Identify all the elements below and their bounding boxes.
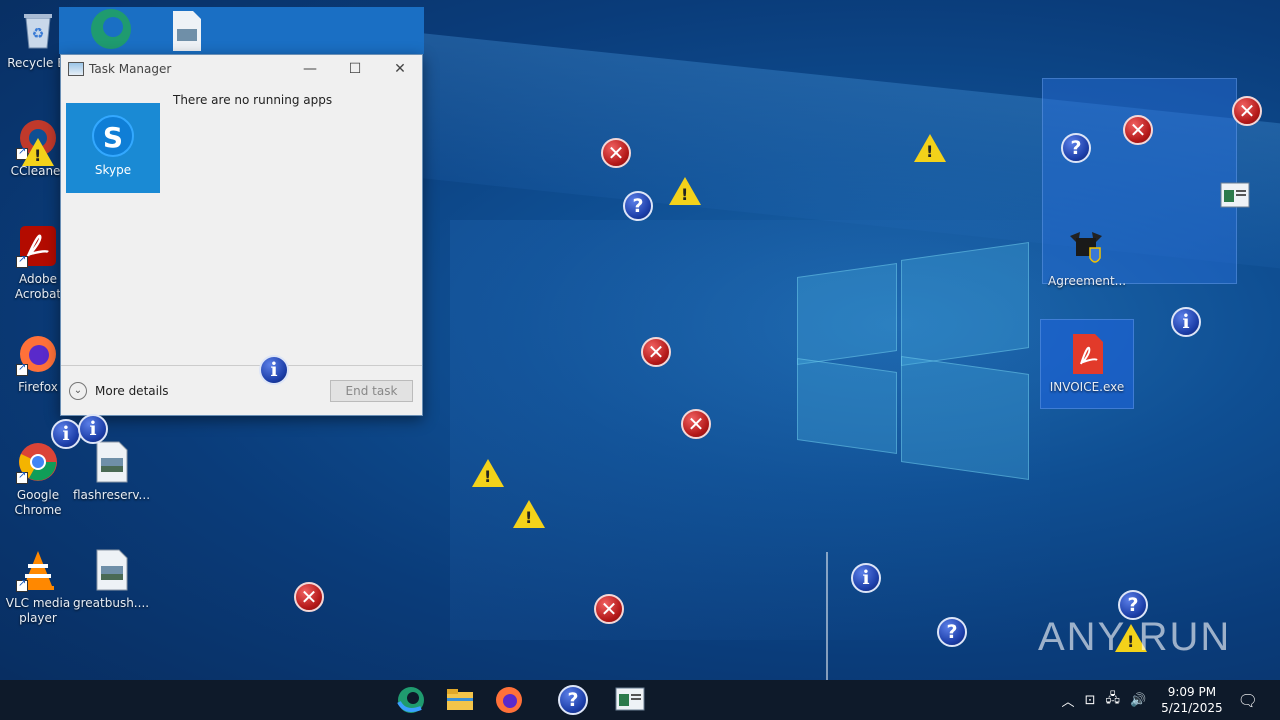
- system-tray: ︿ ⊡ 🖧 🔊 9:09 PM 5/21/2025 🗨: [1057, 680, 1280, 720]
- recycle-bin-icon: ♻: [16, 8, 60, 52]
- window-taskbar-icon[interactable]: [614, 684, 646, 716]
- clock-date: 5/21/2025: [1161, 701, 1223, 715]
- windows-logo: [797, 242, 1029, 480]
- firefox-icon: [16, 332, 60, 376]
- window-title: Task Manager: [89, 62, 172, 76]
- error-icon: ✕: [681, 409, 711, 439]
- footer: ⌄ More details End task: [61, 365, 422, 415]
- minimize-button[interactable]: —: [287, 55, 333, 83]
- warning-icon: !: [472, 459, 504, 487]
- error-icon: ✕: [1123, 115, 1153, 145]
- chrome-icon: [16, 440, 60, 484]
- desktop-icon-vlc[interactable]: VLC media player: [0, 548, 76, 626]
- warning-icon: !: [22, 138, 54, 166]
- warning-icon: !: [914, 134, 946, 162]
- file-explorer-icon[interactable]: [444, 684, 476, 716]
- vlc-icon: [16, 548, 60, 592]
- desktop-icon-invoice-exe[interactable]: INVOICE.exe: [1049, 332, 1125, 395]
- end-task-button[interactable]: End task: [330, 380, 413, 402]
- question-icon: ?: [623, 191, 653, 221]
- clock-time: 9:09 PM: [1167, 685, 1217, 699]
- error-icon: ✕: [1232, 96, 1262, 126]
- pdf-exe-icon: [1065, 332, 1109, 376]
- network-icon[interactable]: 🖧: [1105, 689, 1120, 711]
- window-strip: [59, 7, 424, 54]
- taskbar: ? ︿ ⊡ 🖧 🔊 9:09 PM 5/21/2025 🗨: [0, 680, 1280, 720]
- task-manager-icon: [68, 62, 84, 76]
- warning-icon: !: [513, 500, 545, 528]
- info-icon: i: [851, 563, 881, 593]
- error-icon: ✕: [641, 337, 671, 367]
- info-icon: i: [1171, 307, 1201, 337]
- maximize-button[interactable]: ☐: [332, 55, 378, 83]
- skype-icon: S: [92, 115, 134, 157]
- edge-icon[interactable]: [395, 684, 427, 716]
- divider-line: [826, 552, 828, 680]
- info-icon: i: [51, 419, 81, 449]
- device-icon[interactable]: ⊡: [1085, 693, 1096, 708]
- volume-icon[interactable]: 🔊: [1130, 693, 1146, 708]
- error-icon: ✕: [294, 582, 324, 612]
- error-icon: ✕: [594, 594, 624, 624]
- more-details-button[interactable]: ⌄ More details: [69, 382, 169, 400]
- chevron-up-icon[interactable]: ︿: [1062, 691, 1075, 710]
- document-shield-icon: [1064, 226, 1108, 270]
- image-file-icon: [89, 548, 133, 592]
- desktop-icon-google-chrome[interactable]: Google Chrome: [0, 440, 76, 518]
- chevron-down-icon: ⌄: [69, 382, 87, 400]
- app-tile-skype[interactable]: S Skype: [66, 103, 160, 193]
- question-taskbar-icon[interactable]: ?: [558, 685, 588, 715]
- app-tile-label: Skype: [94, 163, 132, 177]
- more-details-label: More details: [95, 384, 169, 398]
- info-icon: i: [78, 414, 108, 444]
- task-manager-window[interactable]: Task Manager — ☐ ✕ S Skype There are no …: [60, 54, 423, 416]
- svg-text:♻: ♻: [32, 26, 45, 42]
- empty-message: There are no running apps: [173, 93, 333, 107]
- close-button[interactable]: ✕: [377, 55, 423, 83]
- clock[interactable]: 9:09 PM 5/21/2025: [1161, 684, 1223, 716]
- acrobat-icon: [16, 224, 60, 268]
- notification-icon[interactable]: 🗨: [1238, 691, 1258, 710]
- question-icon: ?: [937, 617, 967, 647]
- anyrun-watermark: ANY RUN: [1038, 615, 1232, 659]
- info-icon: i: [259, 355, 289, 385]
- question-icon: ?: [1061, 133, 1091, 163]
- desktop-icon-greatbush[interactable]: greatbush....: [73, 548, 149, 611]
- error-icon: ✕: [601, 138, 631, 168]
- firefox-taskbar-icon[interactable]: [493, 684, 525, 716]
- warning-icon: !: [669, 177, 701, 205]
- window-app-icon: [1220, 182, 1250, 208]
- image-file-icon: [89, 440, 133, 484]
- desktop-icon-agreement[interactable]: Agreement...: [1048, 226, 1126, 289]
- desktop-icon-flashreserv[interactable]: flashreserv...: [73, 440, 150, 503]
